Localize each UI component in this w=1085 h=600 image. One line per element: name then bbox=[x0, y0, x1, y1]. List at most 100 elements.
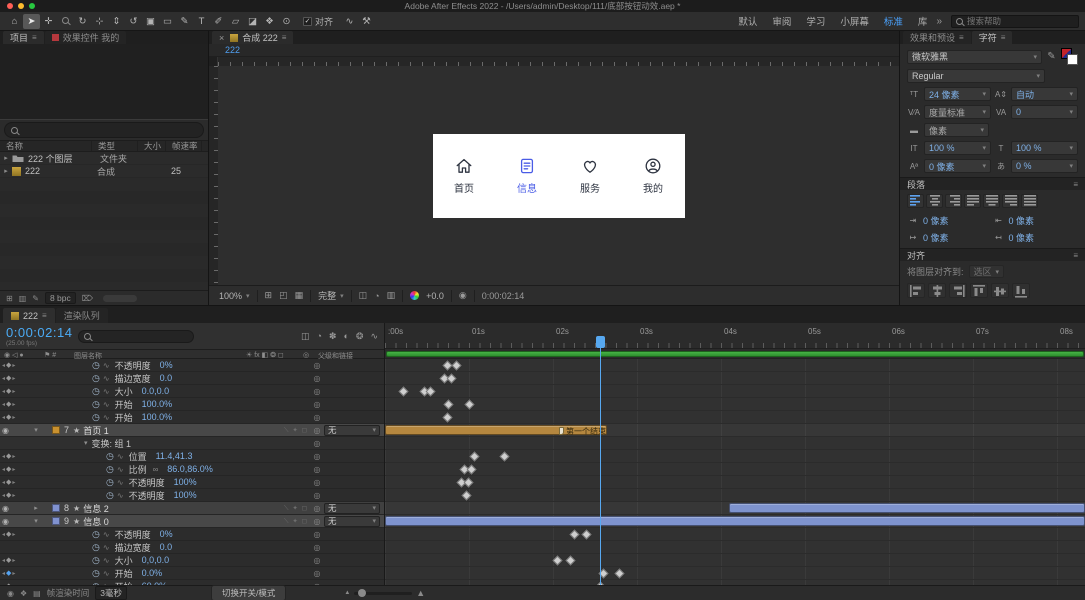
panel-menu-icon[interactable]: ≡ bbox=[32, 33, 37, 42]
indent-left-margin-field[interactable]: ⇥ 0 像素 bbox=[907, 212, 993, 229]
fast-previews-icon[interactable]: ▥ bbox=[387, 290, 396, 301]
keyframe-icon[interactable] bbox=[425, 386, 436, 397]
draft-3d-icon[interactable]: ◔ bbox=[316, 331, 321, 342]
hand-tool[interactable]: ✛ bbox=[40, 14, 57, 29]
mask-feather-tool[interactable]: ∿ bbox=[341, 14, 358, 29]
toggle-switches-modes-button[interactable]: 切换开关/模式 bbox=[210, 585, 287, 600]
property-row-描边宽度[interactable]: ◷ ∿ 描边宽度 0.0 ◎ bbox=[0, 541, 384, 554]
project-item[interactable]: ▸ 222 个图层 文件夹 bbox=[0, 152, 208, 165]
layer-row-信息 0[interactable]: ◉ ▾ 9 ★ 信息 0 ⟍ ✦ ◻ ◎ 无 ▾ bbox=[0, 515, 384, 528]
keyframe-icon[interactable] bbox=[443, 399, 454, 410]
workspace-审阅[interactable]: 审阅 bbox=[772, 14, 791, 28]
keyframe-navigator[interactable]: ◂◆▸ bbox=[2, 556, 16, 564]
keyframe-icon[interactable] bbox=[464, 399, 475, 410]
tab-composition[interactable]: × 合成 222 ≡ bbox=[212, 31, 294, 44]
time-ruler[interactable]: :00s 01s 02s 03s 04s 05s 06s 07s 08s bbox=[385, 323, 1085, 349]
tab-effects-presets[interactable]: 效果和预设 ≡ bbox=[903, 31, 971, 44]
tracking-select[interactable]: 0 ▾ bbox=[1011, 105, 1078, 119]
property-value[interactable]: 0% bbox=[160, 360, 173, 370]
keyframe-navigator[interactable]: ◂◆▸ bbox=[2, 569, 16, 577]
help-search-input[interactable]: 搜索帮助 bbox=[951, 14, 1079, 28]
align-to-select[interactable]: 选区 ▾ bbox=[968, 265, 1005, 278]
align-center-button[interactable] bbox=[926, 194, 943, 208]
kerning-select[interactable]: 度量标准 ▾ bbox=[924, 105, 991, 119]
column-header-大小[interactable]: 大小 bbox=[138, 141, 166, 151]
keyframe-icon[interactable] bbox=[499, 451, 510, 462]
layer-row-首页 1[interactable]: ◉ ▾ 7 ★ 首页 1 ⟍ ✦ ◻ ◎ 无 ▾ bbox=[0, 424, 384, 437]
align-layers-h-center-button[interactable] bbox=[928, 283, 946, 298]
parent-pick-whip-icon[interactable]: ◎ bbox=[310, 478, 324, 487]
stopwatch-icon[interactable]: ◷ bbox=[92, 399, 100, 410]
comp-timecode[interactable]: 0:00:02:14 bbox=[482, 291, 525, 301]
align-layers-top-button[interactable] bbox=[970, 283, 988, 298]
workspace-默认[interactable]: 默认 bbox=[738, 14, 757, 28]
tsume-select[interactable]: 0 % ▾ bbox=[1011, 159, 1078, 173]
orbit-camera-tool[interactable]: ↻ bbox=[74, 14, 91, 29]
snapshot-icon[interactable]: ◉ bbox=[459, 290, 467, 301]
workspace-学习[interactable]: 学习 bbox=[806, 14, 825, 28]
property-row-开始[interactable]: ◂◆▸ ◷ ∿ 开始 100.0% ◎ bbox=[0, 398, 384, 411]
keyframe-navigator[interactable]: ◂◆▸ bbox=[2, 491, 16, 499]
parent-pick-whip-icon[interactable]: ◎ bbox=[310, 556, 324, 565]
property-value[interactable]: 86.0,86.0% bbox=[167, 464, 213, 474]
stopwatch-icon[interactable]: ◷ bbox=[106, 490, 114, 501]
text-color-swatch[interactable] bbox=[1061, 48, 1078, 65]
indent-right-margin-field[interactable]: ⇤ 0 像素 bbox=[993, 212, 1079, 229]
exposure-value[interactable]: +0.0 bbox=[426, 291, 444, 301]
column-header-帧速率[interactable]: 帧速率 bbox=[166, 141, 202, 151]
new-composition-icon[interactable]: ✎ bbox=[32, 294, 39, 303]
stopwatch-icon[interactable]: ◷ bbox=[92, 542, 100, 553]
keyframe-icon[interactable] bbox=[442, 412, 453, 423]
layer-row-信息 2[interactable]: ◉ ▸ 8 ★ 信息 2 ⟍ ✦ ◻ ◎ 无 ▾ bbox=[0, 502, 384, 515]
align-left-button[interactable] bbox=[907, 194, 924, 208]
parent-pick-whip-icon[interactable]: ◎ bbox=[310, 413, 324, 422]
font-size-select[interactable]: 24 像素 ▾ bbox=[924, 87, 991, 101]
keyframe-navigator[interactable]: ◂◆▸ bbox=[2, 530, 16, 538]
property-value[interactable]: 0,0,0.0 bbox=[142, 555, 170, 565]
puppet-pin-tool[interactable]: ⊙ bbox=[278, 14, 295, 29]
zoom-in-icon[interactable]: ▲ bbox=[416, 588, 425, 598]
twirl-icon[interactable]: ▾ bbox=[84, 439, 88, 447]
column-header-类型[interactable]: 类型 bbox=[92, 141, 138, 151]
stopwatch-icon[interactable]: ◷ bbox=[92, 412, 100, 423]
column-header-名称[interactable]: 名称 bbox=[0, 141, 92, 151]
baseline-shift-select[interactable]: 0 像素 ▾ bbox=[924, 159, 991, 173]
property-value[interactable]: 0.0 bbox=[160, 542, 173, 552]
motion-blur-icon[interactable]: ❂ bbox=[356, 331, 364, 342]
leading-select[interactable]: 自动 ▾ bbox=[1011, 87, 1078, 101]
parent-column[interactable]: 父级和链接 bbox=[318, 351, 353, 361]
zoom-track[interactable] bbox=[354, 588, 413, 597]
tab-render-queue[interactable]: 渲染队列 bbox=[55, 308, 108, 323]
group-row[interactable]: ▾ 变换: 组 1 ◎ bbox=[0, 437, 384, 450]
current-time-indicator[interactable] bbox=[596, 336, 606, 585]
property-row-不透明度[interactable]: ◂◆▸ ◷ ∿ 不透明度 0% ◎ bbox=[0, 528, 384, 541]
workspace-库[interactable]: 库 bbox=[918, 14, 928, 28]
space-before-field[interactable]: ↦ 0 像素 bbox=[907, 229, 993, 246]
tab-timeline-comp[interactable]: 222 ≡ bbox=[3, 308, 55, 323]
stopwatch-icon[interactable]: ◷ bbox=[92, 529, 100, 540]
justify-all-button[interactable] bbox=[1021, 194, 1038, 208]
property-value[interactable]: 100% bbox=[174, 477, 197, 487]
keyframe-navigator[interactable]: ◂◆▸ bbox=[2, 452, 16, 460]
layer-marker[interactable]: 第一个结束 bbox=[559, 426, 606, 436]
interpret-footage-icon[interactable]: ⊞ bbox=[6, 294, 13, 303]
close-panel-icon[interactable]: × bbox=[219, 33, 224, 43]
twirl-icon[interactable]: ▾ bbox=[30, 517, 42, 525]
zoom-out-icon[interactable]: ▲ bbox=[344, 590, 350, 596]
font-style-select[interactable]: Regular ▾ bbox=[907, 69, 1045, 83]
property-row-开始[interactable]: ◂◆▸ ◷ ∿ 开始 0.0% ◎ bbox=[0, 567, 384, 580]
keyframe-icon[interactable] bbox=[461, 490, 472, 501]
stopwatch-icon[interactable]: ◷ bbox=[92, 373, 100, 384]
dolly-camera-tool[interactable]: ⇕ bbox=[108, 14, 125, 29]
keyframe-navigator[interactable]: ◂◆▸ bbox=[2, 413, 16, 421]
stopwatch-icon[interactable]: ◷ bbox=[92, 555, 100, 566]
property-value[interactable]: 0.0 bbox=[160, 373, 173, 383]
keyframe-icon[interactable] bbox=[451, 360, 461, 371]
property-value[interactable]: 0.0,0.0 bbox=[142, 386, 170, 396]
horizontal-scale-select[interactable]: 100 % ▾ bbox=[1011, 141, 1078, 155]
twirl-icon[interactable]: ▸ bbox=[30, 504, 42, 512]
align-layers-left-button[interactable] bbox=[907, 283, 925, 298]
keyframe-icon[interactable] bbox=[466, 464, 477, 475]
panel-menu-icon[interactable]: ≡ bbox=[959, 33, 964, 42]
color-channels-icon[interactable] bbox=[410, 291, 420, 300]
